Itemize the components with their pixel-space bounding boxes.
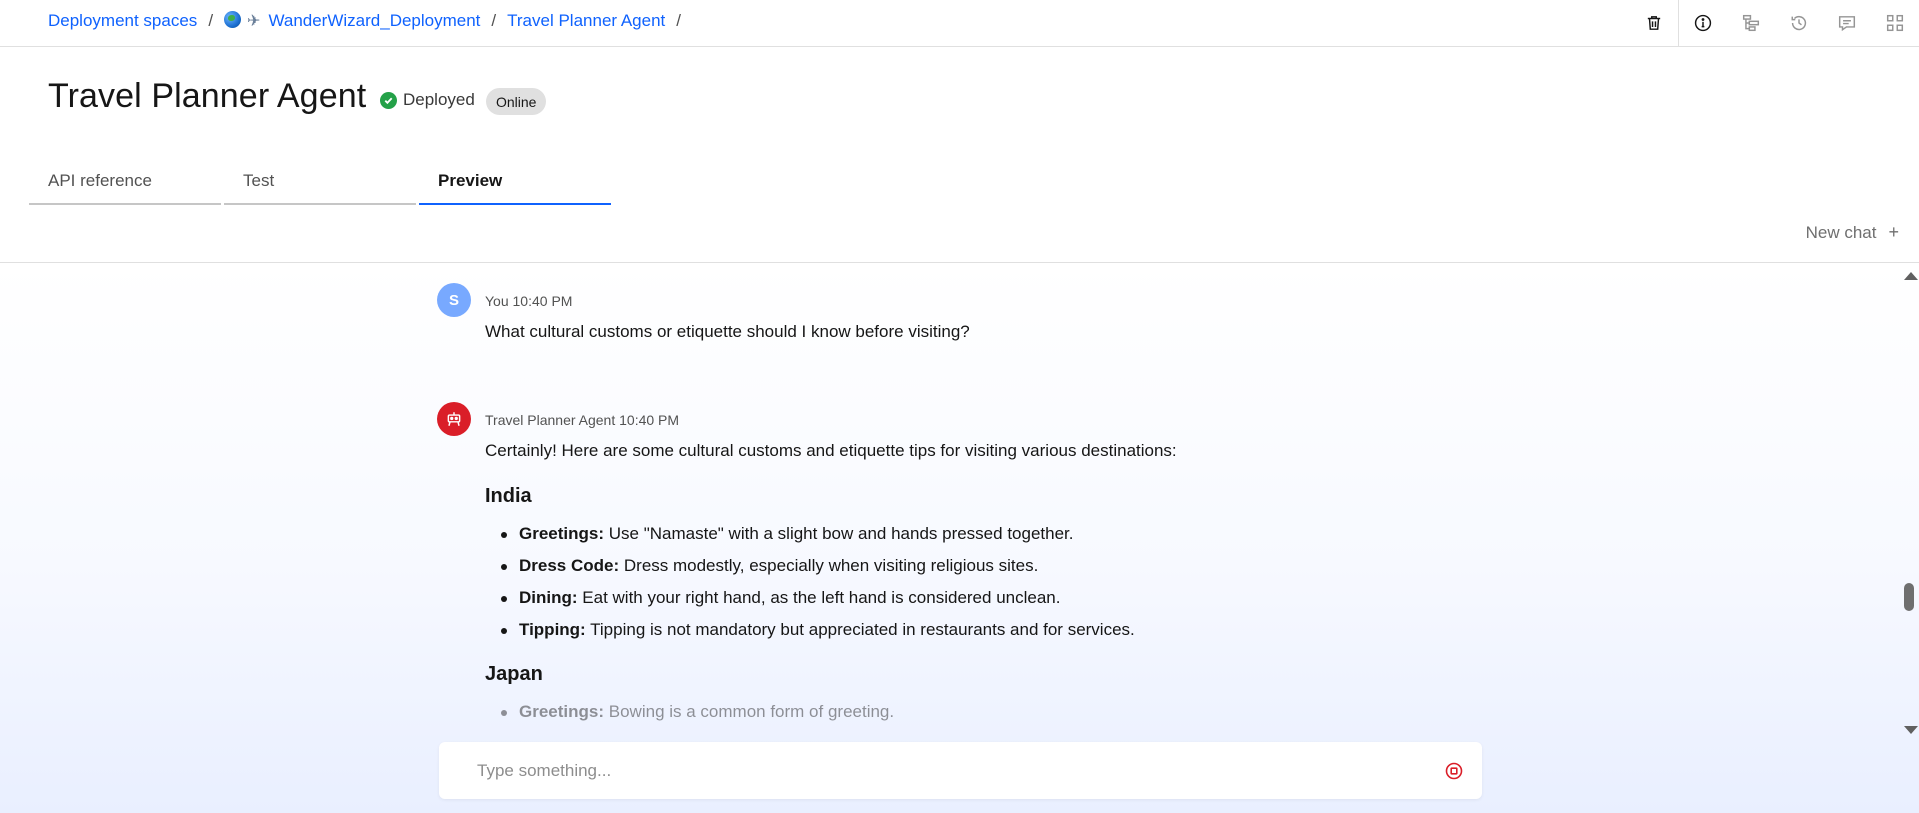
chat-scrollbar[interactable] xyxy=(1899,263,1919,741)
tips-list: Greetings: Use "Namaste" with a slight b… xyxy=(485,523,1435,651)
airplane-icon: ✈ xyxy=(247,13,261,30)
message-meta: Travel Planner Agent 10:40 PM xyxy=(485,412,679,428)
scroll-down-arrow-icon[interactable] xyxy=(1904,726,1918,734)
item-text: Eat with your right hand, as the left ha… xyxy=(582,588,1061,608)
section-heading: India xyxy=(485,485,532,508)
history-icon xyxy=(1791,15,1807,31)
tab-api-reference[interactable]: API reference xyxy=(29,166,221,205)
item-label: Greetings: xyxy=(519,524,605,544)
history-button[interactable] xyxy=(1775,0,1823,46)
item-text: Bowing is a common form of greeting. xyxy=(608,702,895,722)
message-body: Certainly! Here are some cultural custom… xyxy=(485,440,1435,733)
status-badge: Online xyxy=(486,88,547,115)
tree-view-icon xyxy=(1742,14,1760,32)
message-input[interactable] xyxy=(439,742,1419,799)
breadcrumb-separator: / xyxy=(676,11,682,30)
list-item: Greetings: Bowing is a common form of gr… xyxy=(485,701,1435,733)
sender-name: You xyxy=(485,293,509,309)
section-heading: Japan xyxy=(485,663,543,686)
avatar: S xyxy=(437,283,471,317)
page-title: Travel Planner Agent xyxy=(48,77,367,115)
checkmark-filled-icon xyxy=(380,91,397,109)
toolbar xyxy=(1630,0,1919,46)
list-item: Greetings: Use "Namaste" with a slight b… xyxy=(485,523,1435,555)
chat-button[interactable] xyxy=(1823,0,1871,46)
structure-button[interactable] xyxy=(1727,0,1775,46)
item-label: Tipping: xyxy=(519,620,586,640)
item-text: Use "Namaste" with a slight bow and hand… xyxy=(608,524,1074,544)
item-text: Dress modestly, especially when visiting… xyxy=(623,556,1039,576)
message-text: What cultural customs or etiquette shoul… xyxy=(485,322,970,341)
message-time: 10:40 PM xyxy=(619,412,680,428)
list-item: Tipping: Tipping is not mandatory but ap… xyxy=(485,619,1435,651)
breadcrumb-separator: / xyxy=(208,11,214,30)
chat-area[interactable]: S You 10:40 PM What cultural customs or … xyxy=(0,262,1919,813)
breadcrumb-space-label: WanderWizard_Deployment xyxy=(268,11,481,30)
apps-button[interactable] xyxy=(1871,0,1919,46)
scrollbar-thumb[interactable] xyxy=(1904,583,1914,611)
information-icon xyxy=(1694,14,1712,32)
breadcrumb-deployment-spaces[interactable]: Deployment spaces xyxy=(48,11,197,31)
message-time: 10:40 PM xyxy=(512,293,573,309)
add-icon: + xyxy=(1888,222,1899,242)
status-label: Deployed xyxy=(403,90,475,109)
tab-test[interactable]: Test xyxy=(224,166,416,205)
item-label: Greetings: xyxy=(519,702,605,722)
user-message: S You 10:40 PM What cultural customs or … xyxy=(437,283,1437,363)
tips-list: Greetings: Bowing is a common form of gr… xyxy=(485,701,1435,733)
tab-list: API reference Test Preview xyxy=(29,166,614,205)
trash-icon xyxy=(1647,16,1661,30)
scroll-up-arrow-icon[interactable] xyxy=(1904,272,1918,280)
breadcrumb-separator: / xyxy=(491,11,497,30)
message-intro: Certainly! Here are some cultural custom… xyxy=(485,441,1177,460)
message-meta: You 10:40 PM xyxy=(485,293,572,309)
apps-icon xyxy=(1886,14,1904,32)
breadcrumb-agent[interactable]: Travel Planner Agent xyxy=(507,11,665,31)
new-chat-label: New chat xyxy=(1805,222,1877,242)
chat-icon xyxy=(1838,16,1856,32)
tab-preview[interactable]: Preview xyxy=(419,166,611,205)
delete-button[interactable] xyxy=(1630,0,1678,46)
deployment-status: Deployed xyxy=(380,90,475,110)
message-composer xyxy=(439,742,1482,799)
item-label: Dress Code: xyxy=(519,556,620,576)
sender-name: Travel Planner Agent xyxy=(485,412,616,428)
info-button[interactable] xyxy=(1679,0,1727,46)
bot-icon xyxy=(447,412,461,426)
new-chat-button[interactable]: New chat + xyxy=(1806,222,1899,243)
list-item: Dress Code: Dress modestly, especially w… xyxy=(485,555,1435,587)
globe-icon xyxy=(224,11,242,28)
stop-icon[interactable] xyxy=(1444,761,1464,781)
list-item: Dining: Eat with your right hand, as the… xyxy=(485,587,1435,619)
item-label: Dining: xyxy=(519,588,578,608)
top-bar: Deployment spaces / ✈ WanderWizard_Deploy… xyxy=(0,0,1919,47)
item-text: Tipping is not mandatory but appreciated… xyxy=(590,620,1135,640)
breadcrumb-space[interactable]: ✈ WanderWizard_Deployment xyxy=(224,11,480,31)
breadcrumb: Deployment spaces / ✈ WanderWizard_Deploy… xyxy=(48,11,692,31)
agent-avatar xyxy=(437,402,471,436)
